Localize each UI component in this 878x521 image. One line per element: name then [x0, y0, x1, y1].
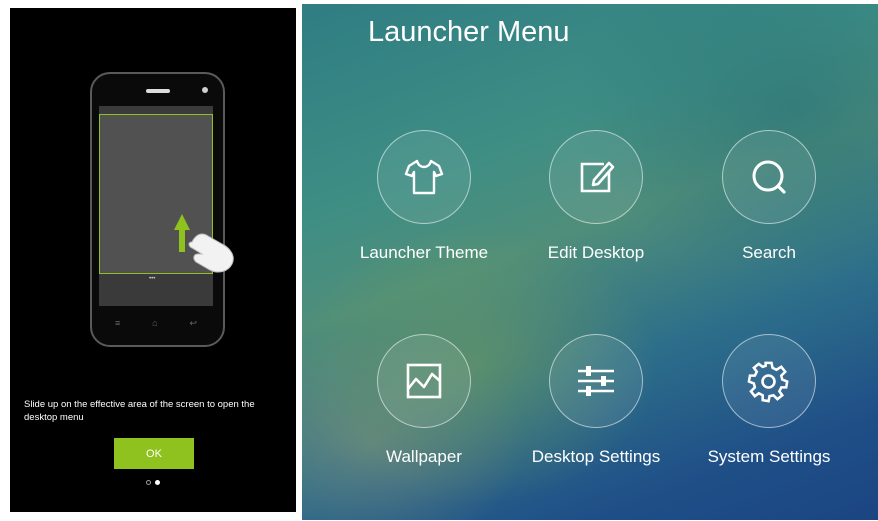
home-icon: ⌂ [152, 318, 158, 328]
edit-desktop-button[interactable]: Edit Desktop [510, 130, 682, 263]
swipe-hand-icon [174, 214, 234, 273]
ok-button[interactable]: OK [114, 438, 194, 469]
pager-dot-active[interactable] [155, 480, 160, 485]
search-button[interactable]: Search [683, 130, 855, 263]
tutorial-panel: ••• ≡ ⌂ ↩ Slide up on the effective area… [10, 8, 296, 512]
launcher-menu-panel: Launcher Menu Launcher Theme Edit Deskto… [302, 4, 878, 520]
launcher-theme-label: Launcher Theme [359, 243, 489, 262]
search-icon [752, 160, 786, 194]
menu-icon: ≡ [114, 318, 121, 328]
phone-nav-bar: ≡ ⌂ ↩ [99, 314, 213, 332]
pager-dots [146, 480, 160, 485]
phone-page-dots: ••• [149, 276, 156, 282]
tshirt-icon [404, 159, 444, 195]
phone-camera [202, 87, 208, 93]
page-title: Launcher Menu [368, 16, 570, 48]
pager-dot[interactable] [146, 480, 151, 485]
desktop-settings-label: Desktop Settings [531, 447, 661, 466]
wallpaper-button[interactable]: Wallpaper [338, 334, 510, 467]
edit-desktop-label: Edit Desktop [547, 243, 645, 262]
wallpaper-label: Wallpaper [386, 447, 462, 466]
desktop-settings-button[interactable]: Desktop Settings [510, 334, 682, 467]
phone-speaker [146, 89, 170, 93]
system-settings-label: System Settings [707, 447, 831, 466]
wallpaper-icon [406, 363, 442, 399]
system-settings-button[interactable]: System Settings [683, 334, 855, 467]
edit-icon [580, 161, 615, 193]
sliders-icon [578, 366, 614, 396]
instruction-text: Slide up on the effective area of the sc… [24, 399, 255, 423]
gear-icon [747, 361, 789, 403]
back-icon: ↩ [189, 317, 198, 328]
launcher-theme-button[interactable]: Launcher Theme [338, 130, 510, 263]
search-label: Search [742, 243, 796, 262]
